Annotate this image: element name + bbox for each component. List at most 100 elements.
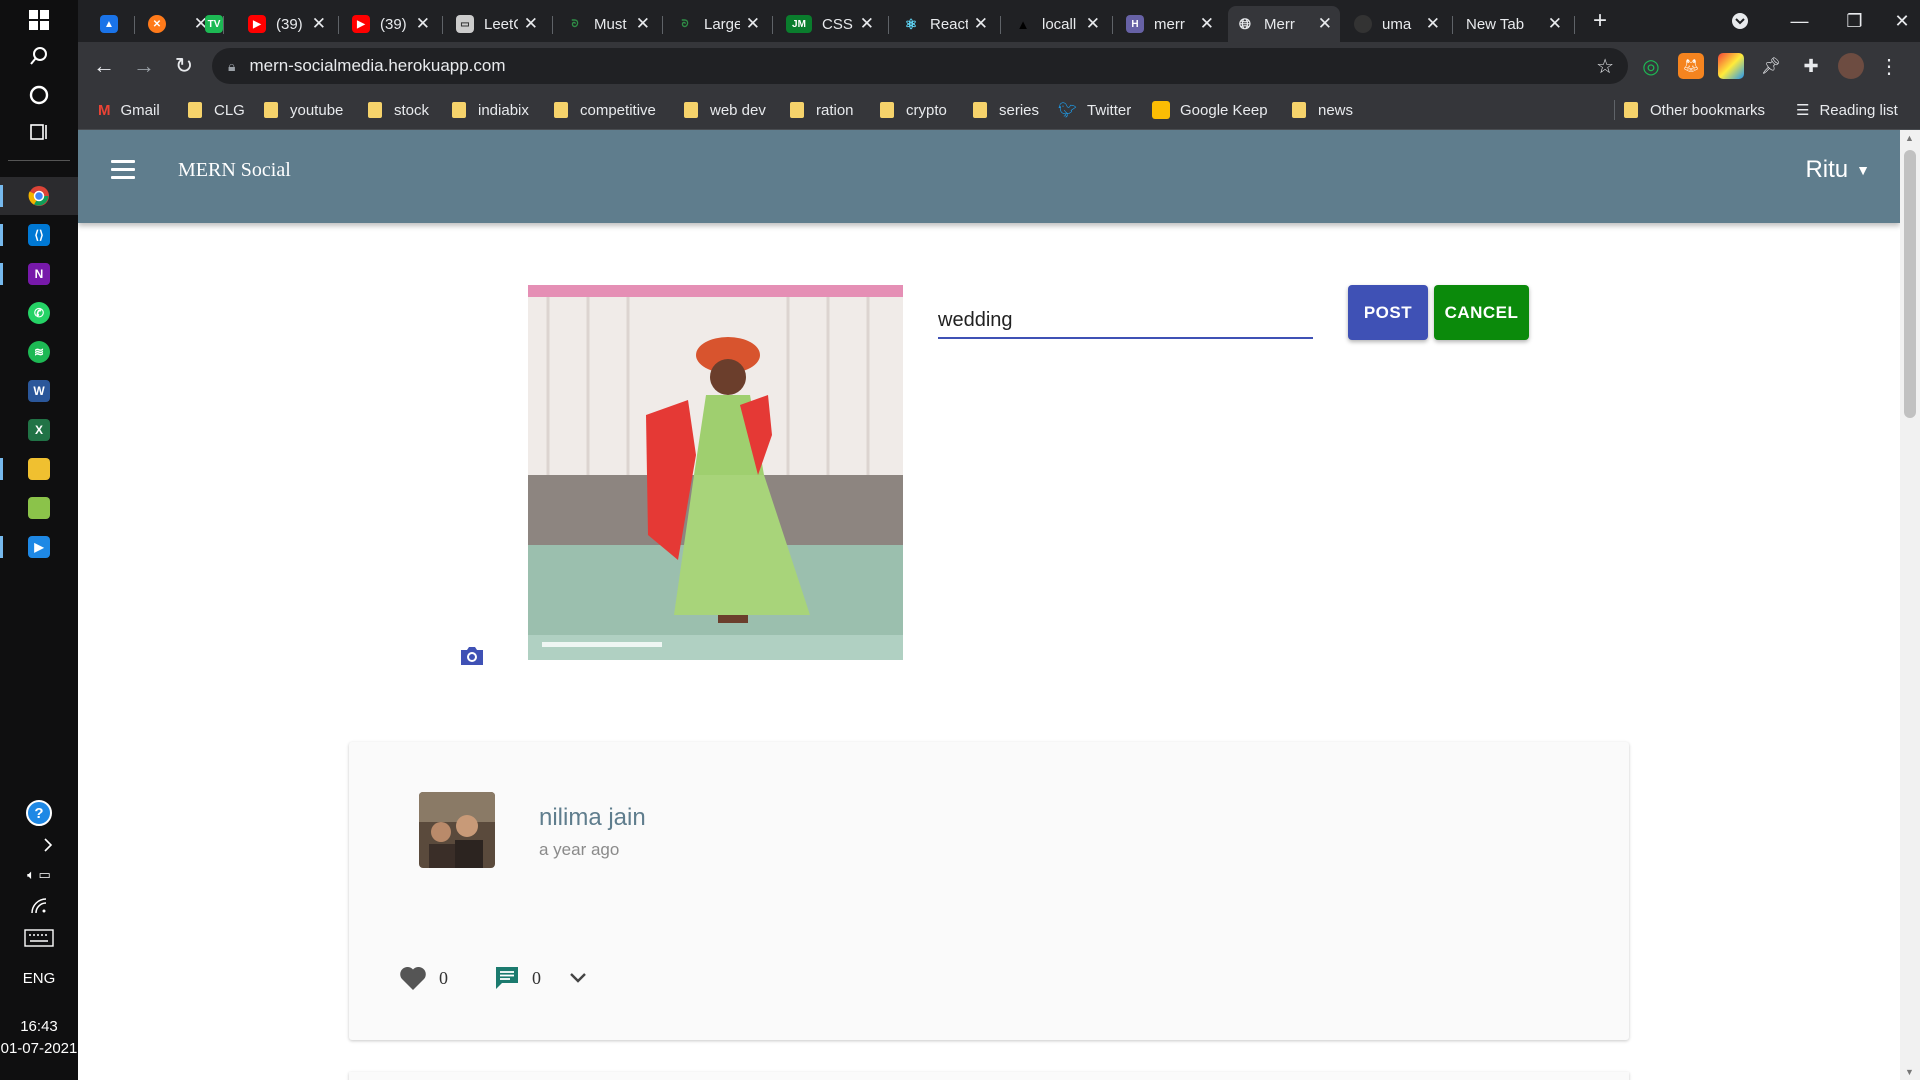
user-menu[interactable]: Ritu ▼: [1805, 156, 1870, 184]
close-tab-icon[interactable]: ✕: [312, 14, 326, 34]
close-tab-icon[interactable]: ✕: [1200, 14, 1214, 34]
close-window-icon[interactable]: ✕: [1882, 0, 1920, 42]
lock-icon[interactable]: 🔒︎: [228, 58, 235, 75]
reload-icon[interactable]: ↻: [168, 50, 200, 82]
close-tab-icon[interactable]: ✕: [1548, 14, 1562, 34]
post-button[interactable]: POST: [1348, 285, 1428, 340]
comment-icon[interactable]: [494, 965, 520, 991]
close-tab-icon[interactable]: ✕: [746, 14, 760, 34]
clock-time[interactable]: 16:43: [0, 1018, 78, 1035]
tab-github[interactable]: uma ✕: [1346, 6, 1448, 42]
tab-react[interactable]: ⚛ React ✕: [894, 6, 996, 42]
windows-start-icon[interactable]: [0, 2, 78, 38]
bookmark-youtube[interactable]: youtube: [264, 98, 343, 122]
network-icon[interactable]: [0, 888, 78, 924]
media-app-icon[interactable]: ▶: [0, 528, 78, 566]
chevron-down-icon[interactable]: [569, 972, 587, 984]
excel-app-icon[interactable]: X: [0, 411, 78, 449]
spotify-app-icon[interactable]: ≋: [0, 333, 78, 371]
chrome-menu-icon[interactable]: ⋮: [1876, 53, 1902, 79]
onenote-app-icon[interactable]: N: [0, 255, 78, 293]
clock-date[interactable]: 01-07-2021: [0, 1040, 78, 1057]
forward-icon[interactable]: →: [128, 50, 160, 82]
bookmark-twitter[interactable]: 🐦︎ Twitter: [1058, 98, 1131, 122]
address-bar[interactable]: 🔒︎ mern-socialmedia.herokuapp.com ☆: [212, 48, 1628, 84]
bookmark-google-keep[interactable]: Google Keep: [1152, 98, 1268, 122]
keyboard-icon[interactable]: [0, 920, 78, 956]
close-tab-icon[interactable]: ✕: [524, 14, 538, 34]
bookmark-competitive[interactable]: competitive: [554, 98, 656, 122]
tab-youtube-2[interactable]: ▶(39) \✕: [344, 6, 438, 42]
restore-icon[interactable]: ❐: [1827, 0, 1882, 42]
chrome-app-icon[interactable]: [0, 177, 78, 215]
new-tab-plus-icon[interactable]: +: [1580, 0, 1620, 42]
tab-leetcode[interactable]: ▭LeetC✕: [448, 6, 546, 42]
tab-jm-css[interactable]: JMCSS \✕: [778, 6, 882, 42]
bookmark-star-icon[interactable]: ☆: [1596, 54, 1614, 79]
task-view-icon[interactable]: [0, 114, 78, 150]
whatsapp-app-icon[interactable]: ✆: [0, 294, 78, 332]
scroll-up-icon[interactable]: ▲: [1905, 133, 1914, 143]
caption-input[interactable]: [938, 295, 1313, 339]
tab-photos[interactable]: ▲: [92, 6, 126, 42]
bookmark-series[interactable]: series: [973, 98, 1039, 122]
minimize-icon[interactable]: —: [1772, 0, 1827, 42]
reading-list[interactable]: ☰ Reading list: [1796, 98, 1898, 122]
tab-3[interactable]: TV: [197, 6, 231, 42]
tab-search-icon[interactable]: [1720, 0, 1760, 42]
bookmark-clg[interactable]: CLG: [188, 98, 245, 122]
help-icon[interactable]: ?: [0, 795, 78, 831]
author-avatar[interactable]: [419, 792, 495, 868]
close-tab-icon[interactable]: ✕: [1318, 14, 1332, 34]
tab-gfg-must[interactable]: ᘐ Must ✕: [558, 6, 658, 42]
caret-down-icon[interactable]: ▼: [1856, 162, 1870, 178]
like-action[interactable]: 0: [399, 960, 448, 996]
tab-new-tab[interactable]: New Tab ✕: [1458, 6, 1570, 42]
vscode-app-icon[interactable]: ⟨⟩: [0, 216, 78, 254]
comment-action[interactable]: 0: [494, 960, 541, 996]
tab-gfg-large[interactable]: ᘐ Large ✕: [668, 6, 768, 42]
close-tab-icon[interactable]: ✕: [860, 14, 874, 34]
notepad-app-icon[interactable]: [0, 489, 78, 527]
tab-localhost[interactable]: ▲ locall ✕: [1006, 6, 1108, 42]
color-extension-icon[interactable]: [1718, 53, 1744, 79]
tab-mern-social-active[interactable]: 🌐︎ Merr ✕: [1228, 6, 1340, 42]
scroll-down-icon[interactable]: ▼: [1905, 1067, 1914, 1077]
user-name[interactable]: Ritu: [1805, 156, 1848, 184]
bookmark-crypto[interactable]: crypto: [880, 98, 947, 122]
extensions-puzzle-icon[interactable]: ✚: [1798, 53, 1824, 79]
post-author[interactable]: nilima jain: [539, 804, 646, 832]
scrollbar-thumb[interactable]: [1904, 150, 1916, 418]
bookmark-ration[interactable]: ration: [790, 98, 854, 122]
profile-avatar-icon[interactable]: [1838, 53, 1864, 79]
camera-upload-icon[interactable]: [457, 641, 487, 671]
cortana-icon[interactable]: [0, 77, 78, 113]
bookmark-news[interactable]: news: [1292, 98, 1353, 122]
tab-youtube-1[interactable]: ▶(39) (✕: [240, 6, 334, 42]
tab-heroku[interactable]: Hmerr ✕: [1118, 6, 1222, 42]
language-indicator[interactable]: ENG: [0, 970, 78, 987]
back-icon[interactable]: ←: [88, 50, 120, 82]
close-tab-icon[interactable]: ✕: [974, 14, 988, 34]
page-scrollbar[interactable]: ▲ ▼: [1900, 130, 1920, 1080]
cancel-button[interactable]: CANCEL: [1434, 285, 1529, 340]
app-title[interactable]: MERN Social: [178, 159, 291, 182]
file-explorer-app-icon[interactable]: [0, 450, 78, 488]
extension-circle-icon[interactable]: ◎: [1638, 53, 1664, 79]
word-app-icon[interactable]: W: [0, 372, 78, 410]
close-tab-icon[interactable]: ✕: [416, 14, 430, 34]
bookmark-indiabix[interactable]: indiabix: [452, 98, 529, 122]
bookmark-web-dev[interactable]: web dev: [684, 98, 766, 122]
expand-comments[interactable]: [569, 960, 587, 996]
metamask-icon[interactable]: 🦊︎: [1678, 53, 1704, 79]
heart-icon[interactable]: [399, 965, 427, 991]
close-tab-icon[interactable]: ✕: [636, 14, 650, 34]
url-text[interactable]: mern-socialmedia.herokuapp.com: [249, 56, 505, 76]
bookmark-gmail[interactable]: M Gmail: [98, 98, 160, 122]
bookmark-other[interactable]: Other bookmarks: [1624, 98, 1765, 122]
search-icon[interactable]: [0, 38, 78, 74]
menu-icon[interactable]: [111, 160, 135, 180]
bookmark-stock[interactable]: stock: [368, 98, 429, 122]
pin-icon[interactable]: 📌︎: [1758, 53, 1784, 79]
close-tab-icon[interactable]: ✕: [1086, 14, 1100, 34]
